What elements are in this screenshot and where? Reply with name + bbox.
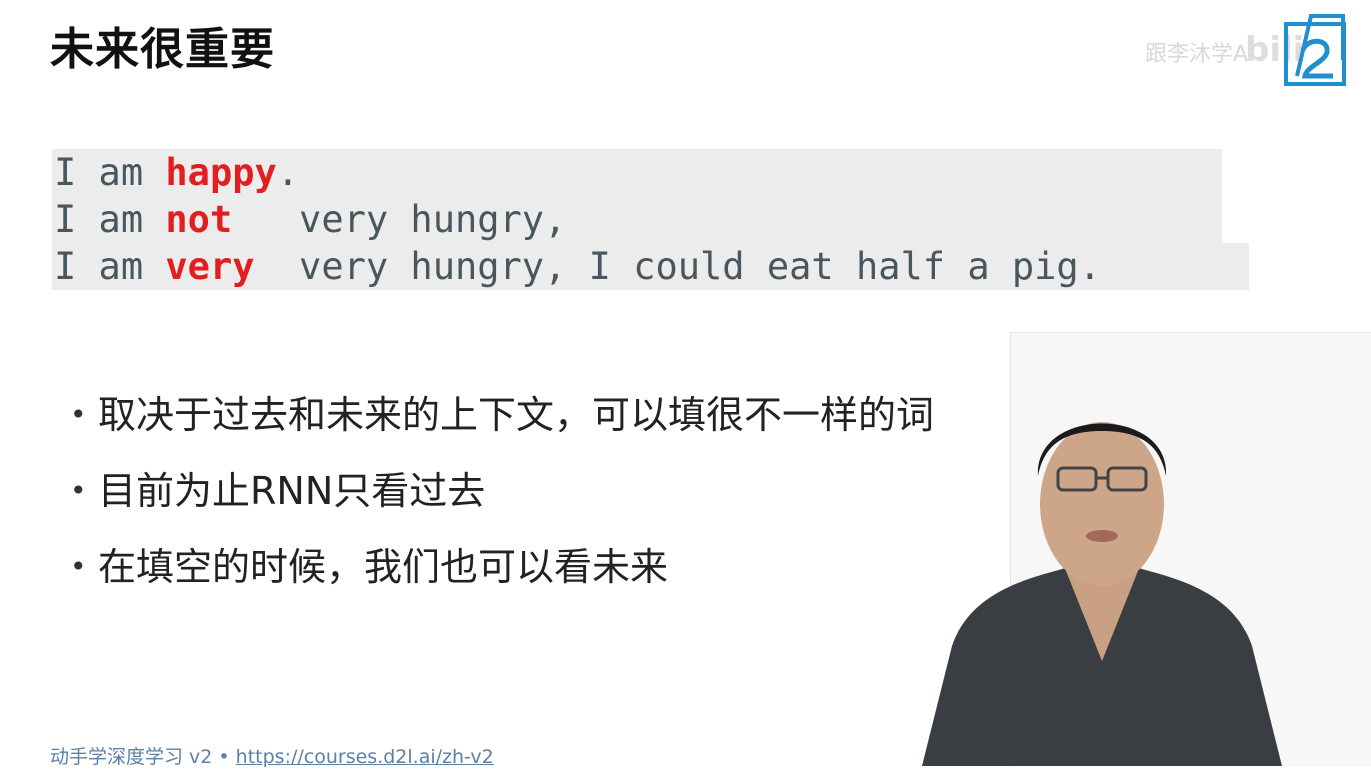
code-line-prefix: I am bbox=[54, 198, 166, 241]
bullet-dot: • bbox=[70, 398, 87, 431]
code-line-suffix: very hungry, bbox=[232, 198, 567, 241]
footer-course-title: 动手学深度学习 v2 • bbox=[50, 746, 236, 768]
code-line-prefix: I am bbox=[54, 151, 166, 194]
d2l-logo-icon bbox=[1284, 14, 1346, 86]
bullet-text: 在填空的时候，我们也可以看未来 bbox=[98, 545, 669, 589]
footer-course-link[interactable]: https://courses.d2l.ai/zh-v2 bbox=[236, 746, 494, 768]
code-keyword: very bbox=[165, 245, 255, 288]
code-line-suffix: . bbox=[276, 151, 300, 194]
code-keyword: not bbox=[165, 198, 233, 241]
code-line-suffix: very hungry, I could eat half a pig. bbox=[254, 245, 1101, 288]
bullet-text: 取决于过去和未来的上下文，可以填很不一样的词 bbox=[98, 393, 935, 437]
bullet-dot: • bbox=[70, 550, 87, 583]
code-keyword: happy bbox=[165, 151, 277, 194]
slide-title: 未来很重要 bbox=[50, 24, 275, 75]
presenter-video bbox=[922, 422, 1282, 766]
channel-watermark: 跟李沐学AI bbox=[1145, 42, 1255, 67]
brand-area: 跟李沐学AI bili bbox=[1103, 6, 1353, 92]
code-line: I am not very hungry, bbox=[52, 196, 1222, 243]
code-line: I am very very hungry, I could eat half … bbox=[52, 243, 1249, 290]
code-line: I am happy. bbox=[52, 149, 1222, 196]
footer: 动手学深度学习 v2 • https://courses.d2l.ai/zh-v… bbox=[50, 742, 494, 769]
code-line-prefix: I am bbox=[54, 245, 166, 288]
code-example-block: I am happy. I am not very hungry, I am v… bbox=[52, 149, 1252, 290]
bullet-text: 目前为止RNN只看过去 bbox=[98, 469, 486, 513]
bullet-dot: • bbox=[70, 474, 87, 507]
